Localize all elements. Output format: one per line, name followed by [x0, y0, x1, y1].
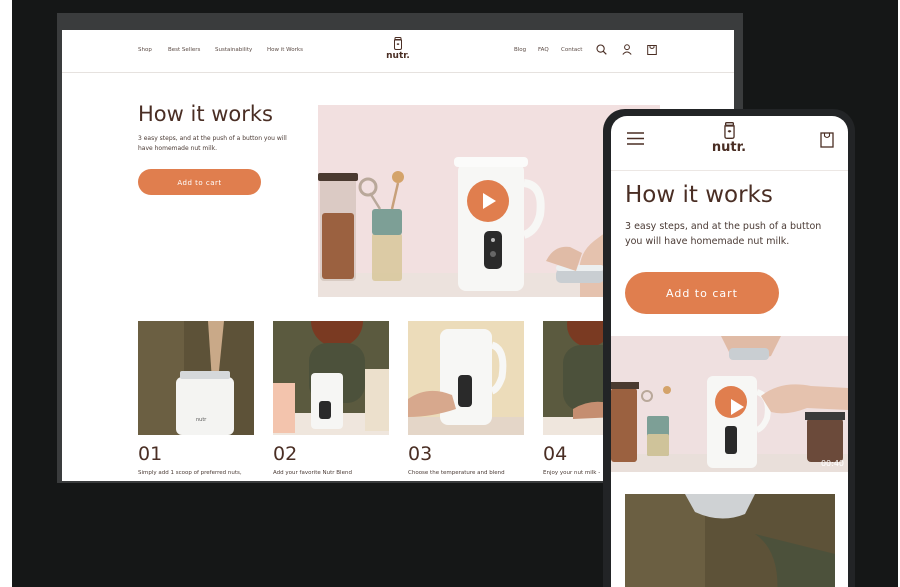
nav-link-sustainability[interactable]: Sustainability — [215, 47, 252, 53]
page-subtitle: 3 easy steps, and at the push of a butto… — [138, 135, 287, 152]
play-icon[interactable] — [467, 180, 509, 222]
mobile-brand-logo[interactable]: nutr. — [699, 122, 759, 155]
mobile-jar-logo-icon — [723, 122, 735, 139]
nav-link-how-it-works[interactable]: How it Works — [267, 47, 303, 53]
step-2-text: Add your favorite Nutr Blend — [273, 470, 352, 476]
mobile-page-title: How it works — [625, 182, 773, 208]
add-to-cart-button[interactable]: Add to cart — [138, 169, 261, 195]
account-icon[interactable] — [622, 44, 632, 55]
step-3-image — [408, 321, 524, 435]
machine-label: nutr — [196, 417, 207, 423]
step-3-text: Choose the temperature and blend — [408, 470, 505, 476]
step-1-image: nutr — [138, 321, 254, 435]
step-1-number: 01 — [138, 443, 163, 465]
search-icon[interactable] — [596, 44, 607, 55]
menu-icon[interactable] — [627, 132, 644, 145]
step-4-text: Enjoy your nut milk - — [543, 470, 601, 476]
mobile-play-icon[interactable] — [715, 386, 747, 418]
jar-logo-icon — [394, 37, 402, 50]
step-2-image — [273, 321, 389, 435]
showcase-backdrop: Shop Best Sellers Sustainability How it … — [12, 0, 898, 587]
mobile-page-subtitle: 3 easy steps, and at the push of a butto… — [625, 221, 822, 247]
mobile-header: nutr. — [611, 116, 848, 171]
desktop-navbar: Shop Best Sellers Sustainability How it … — [62, 30, 734, 73]
step-3-number: 03 — [408, 443, 433, 465]
page-title: How it works — [138, 102, 273, 126]
nav-link-faq[interactable]: FAQ — [538, 47, 549, 53]
cart-icon[interactable] — [647, 43, 657, 55]
mobile-step-1-image — [625, 494, 835, 587]
brand-logo[interactable]: nutr. — [378, 37, 418, 61]
nav-link-contact[interactable]: Contact — [561, 47, 582, 53]
mobile-page: nutr. How it works 3 easy steps, and at … — [611, 116, 848, 587]
mobile-cart-icon[interactable] — [820, 132, 834, 148]
mobile-phone-frame: nutr. How it works 3 easy steps, and at … — [603, 109, 855, 587]
nav-link-shop[interactable]: Shop — [138, 47, 152, 53]
video-timestamp: 00:40 — [820, 459, 844, 468]
mobile-hero-video[interactable]: 00:40 — [611, 336, 848, 472]
step-2-number: 02 — [273, 443, 298, 465]
logo-wordmark: nutr. — [386, 51, 410, 61]
nav-link-blog[interactable]: Blog — [514, 47, 526, 53]
mobile-add-to-cart-button[interactable]: Add to cart — [625, 272, 779, 314]
nav-link-best-sellers[interactable]: Best Sellers — [168, 47, 200, 53]
step-4-number: 04 — [543, 443, 568, 465]
step-1-text: Simply add 1 scoop of preferred nuts, — [138, 470, 242, 476]
mobile-logo-wordmark: nutr. — [711, 140, 747, 155]
